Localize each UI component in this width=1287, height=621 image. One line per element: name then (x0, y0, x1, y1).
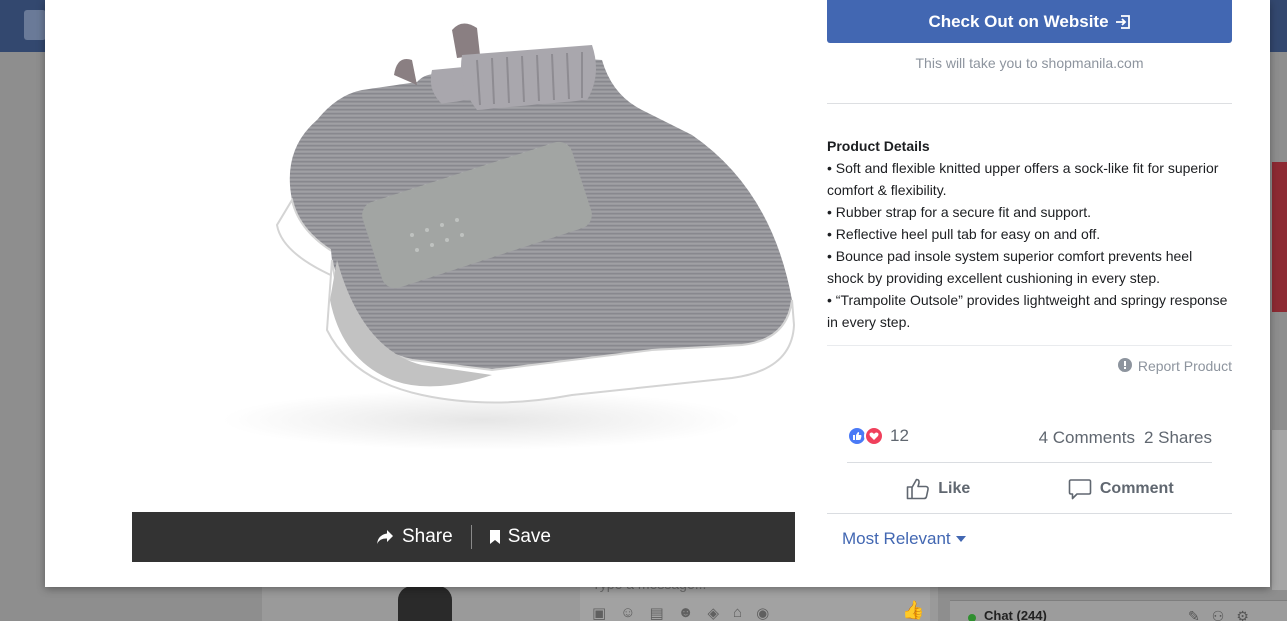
detail-bullet: • Rubber strap for a secure fit and supp… (827, 204, 1092, 220)
product-info-panel: Check Out on Website This will take you … (827, 0, 1232, 587)
share-bar-divider (470, 525, 472, 549)
detail-bullet: • Bounce pad insole system superior comf… (827, 248, 1193, 286)
camera-icon: ◉ (756, 605, 770, 621)
share-save-bar: Share Save (132, 512, 795, 562)
flag-icon (1117, 358, 1132, 372)
group-icon: ⚇ (1211, 608, 1225, 621)
background-side-banner (1272, 162, 1287, 312)
sticker-icon: ☺ (620, 604, 636, 621)
sort-label: Most Relevant (842, 529, 951, 548)
divider (827, 513, 1232, 514)
divider (827, 103, 1232, 104)
reaction-summary[interactable]: 12 (847, 426, 909, 446)
comment-bubble-icon (1068, 479, 1092, 500)
facebook-logo-icon (24, 10, 46, 40)
thumbs-up-icon (906, 478, 930, 500)
save-label: Save (507, 526, 551, 547)
like-label: Like (938, 480, 971, 497)
external-link-icon (1115, 14, 1130, 29)
report-label: Report Product (1137, 358, 1232, 374)
bookmark-icon (489, 530, 500, 544)
love-reaction-icon (864, 426, 884, 446)
game-icon: ◈ (707, 605, 720, 621)
attachment-icon: ⌂ (733, 604, 743, 621)
detail-bullet: • Reflective heel pull tab for easy on a… (827, 226, 1101, 242)
caret-down-icon (955, 536, 966, 542)
checkout-label: Check Out on Website (928, 11, 1109, 31)
sneaker-image (222, 23, 795, 450)
checkout-button[interactable]: Check Out on Website (827, 0, 1232, 43)
composer-icons: ▣ ☺ ▤ ☻ ◈ ⌂ ◉ (592, 604, 769, 621)
chat-label: Chat (244) (984, 608, 1047, 621)
comments-count-link[interactable]: 4 Comments (1039, 428, 1135, 448)
chat-bar-icons: ✎ ⚇ ⚙ (1188, 608, 1249, 621)
detail-bullet: • “Trampolite Outsole” provides lightwei… (827, 292, 1228, 330)
product-details: Product Details • Soft and flexible knit… (827, 135, 1232, 333)
settings-icon: ⚙ (1236, 608, 1249, 621)
shares-count-link[interactable]: 2 Shares (1144, 428, 1212, 448)
background-side-panel (1272, 430, 1287, 590)
post-actions: Like Comment (847, 474, 1212, 504)
comment-sort-dropdown[interactable]: Most Relevant (842, 529, 966, 549)
divider (827, 345, 1232, 346)
engagement-counts: 4 Comments 2 Shares (1039, 428, 1212, 448)
like-button[interactable]: Like (847, 474, 1030, 504)
photo-icon: ▣ (592, 605, 607, 621)
online-status-dot (968, 614, 976, 621)
detail-bullet: • Soft and flexible knitted upper offers… (827, 160, 1219, 198)
report-product-link[interactable]: Report Product (1117, 358, 1232, 374)
divider (847, 462, 1212, 463)
save-button[interactable]: Save (489, 526, 551, 548)
share-button[interactable]: Share (376, 526, 453, 548)
comment-label: Comment (1099, 480, 1174, 497)
new-message-icon: ✎ (1188, 608, 1200, 621)
share-label: Share (401, 526, 453, 547)
reaction-count: 12 (890, 426, 909, 445)
emoji-icon: ☻ (677, 604, 694, 621)
product-modal: Share Save Check Out on Website This wil… (45, 0, 1270, 587)
share-arrow-icon (376, 530, 393, 544)
redirect-note: This will take you to shopmanila.com (915, 55, 1144, 71)
product-details-title: Product Details (827, 138, 930, 154)
background-product-thumbnail (398, 586, 452, 621)
product-image (132, 0, 795, 512)
thumbs-up-icon: 👍 (902, 600, 925, 620)
gif-icon: ▤ (649, 605, 664, 621)
comment-button[interactable]: Comment (1030, 474, 1213, 504)
